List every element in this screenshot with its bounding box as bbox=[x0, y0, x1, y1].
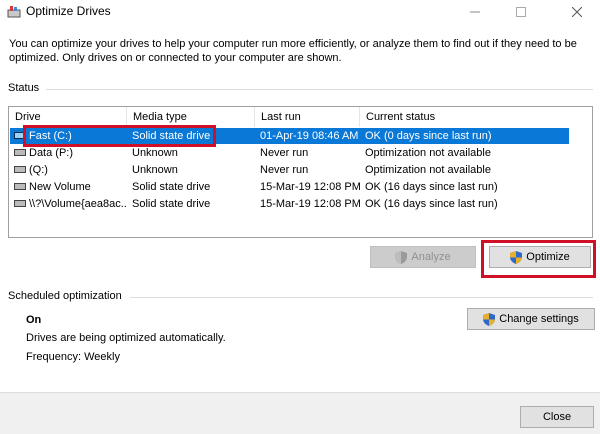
drive-cell: New Volume bbox=[10, 179, 127, 195]
optimize-drives-app-icon bbox=[7, 6, 21, 18]
drive-name: Data (P:) bbox=[29, 147, 74, 159]
maximize-icon bbox=[516, 7, 526, 17]
media-type-cell: Unknown bbox=[132, 147, 178, 159]
minimize-icon bbox=[470, 11, 480, 13]
schedule-message: Drives are being optimized automatically… bbox=[26, 332, 226, 344]
schedule-frequency: Frequency: Weekly bbox=[26, 351, 120, 363]
drive-cell: Data (P:) bbox=[10, 145, 127, 161]
media-type-cell: Solid state drive bbox=[132, 198, 211, 210]
dialog-footer bbox=[0, 392, 600, 434]
maximize-button[interactable] bbox=[498, 0, 544, 24]
drive-cell: Fast (C:) bbox=[10, 128, 127, 144]
change-settings-button[interactable]: Change settings bbox=[467, 308, 595, 330]
drive-name: New Volume bbox=[29, 181, 91, 193]
close-window-button[interactable] bbox=[554, 0, 600, 24]
close-label: Close bbox=[542, 411, 572, 423]
optimize-button[interactable]: Optimize bbox=[489, 246, 591, 268]
schedule-state: On bbox=[26, 314, 42, 326]
media-type-cell: Solid state drive bbox=[132, 130, 211, 142]
last-run-cell: 01-Apr-19 08:46 AM bbox=[260, 130, 359, 142]
drive-name: Fast (C:) bbox=[29, 130, 72, 142]
column-header-drive[interactable]: Drive bbox=[9, 107, 127, 127]
current-status-cell: Optimization not available bbox=[365, 147, 491, 159]
drive-row[interactable]: \\?\Volume{aea8ac... Solid state drive 1… bbox=[10, 196, 569, 212]
change-settings-label: Change settings bbox=[499, 313, 579, 325]
drive-icon bbox=[14, 199, 26, 207]
drive-icon bbox=[14, 131, 26, 139]
drive-icon bbox=[14, 165, 26, 173]
drive-row[interactable]: (Q:) Unknown Never run Optimization not … bbox=[10, 162, 569, 178]
column-header-media-type[interactable]: Media type bbox=[127, 107, 255, 127]
drive-row[interactable]: Data (P:) Unknown Never run Optimization… bbox=[10, 145, 569, 161]
close-icon bbox=[572, 7, 582, 17]
last-run-cell: Never run bbox=[260, 164, 309, 176]
drive-cell: \\?\Volume{aea8ac... bbox=[10, 196, 127, 212]
drive-row[interactable]: Fast (C:) Solid state drive 01-Apr-19 08… bbox=[10, 128, 569, 144]
drive-row[interactable]: New Volume Solid state drive 15-Mar-19 1… bbox=[10, 179, 569, 195]
media-type-cell: Unknown bbox=[132, 164, 178, 176]
uac-shield-icon bbox=[395, 250, 408, 264]
last-run-cell: 15-Mar-19 12:08 PM bbox=[260, 181, 360, 193]
title-bar: Optimize Drives bbox=[0, 0, 600, 26]
window-title: Optimize Drives bbox=[26, 4, 111, 18]
analyze-label: Analyze bbox=[411, 251, 451, 263]
current-status-cell: OK (16 days since last run) bbox=[365, 181, 498, 193]
last-run-cell: 15-Mar-19 12:08 PM bbox=[260, 198, 360, 210]
drives-list-header: Drive Media type Last run Current status bbox=[9, 107, 592, 127]
current-status-cell: OK (0 days since last run) bbox=[365, 130, 492, 142]
scheduled-divider bbox=[130, 297, 593, 298]
minimize-button[interactable] bbox=[452, 0, 498, 24]
column-header-current-status[interactable]: Current status bbox=[360, 107, 592, 127]
description-text: You can optimize your drives to help you… bbox=[9, 38, 577, 64]
drive-name: \\?\Volume{aea8ac... bbox=[29, 198, 127, 210]
last-run-cell: Never run bbox=[260, 147, 309, 159]
current-status-cell: OK (16 days since last run) bbox=[365, 198, 498, 210]
uac-shield-icon bbox=[510, 250, 523, 264]
drive-cell: (Q:) bbox=[10, 162, 127, 178]
drive-icon bbox=[14, 182, 26, 190]
uac-shield-icon bbox=[483, 312, 496, 326]
current-status-cell: Optimization not available bbox=[365, 164, 491, 176]
close-button[interactable]: Close bbox=[520, 406, 594, 428]
status-section-label: Status bbox=[8, 82, 40, 94]
media-type-cell: Solid state drive bbox=[132, 181, 211, 193]
drive-icon bbox=[14, 148, 26, 156]
column-header-last-run[interactable]: Last run bbox=[255, 107, 360, 127]
optimize-label: Optimize bbox=[526, 251, 570, 263]
scheduled-section-label: Scheduled optimization bbox=[8, 290, 122, 302]
drive-name: (Q:) bbox=[29, 164, 48, 176]
drives-list[interactable]: Drive Media type Last run Current status… bbox=[8, 106, 593, 238]
analyze-button[interactable]: Analyze bbox=[370, 246, 476, 268]
status-divider bbox=[46, 89, 593, 90]
